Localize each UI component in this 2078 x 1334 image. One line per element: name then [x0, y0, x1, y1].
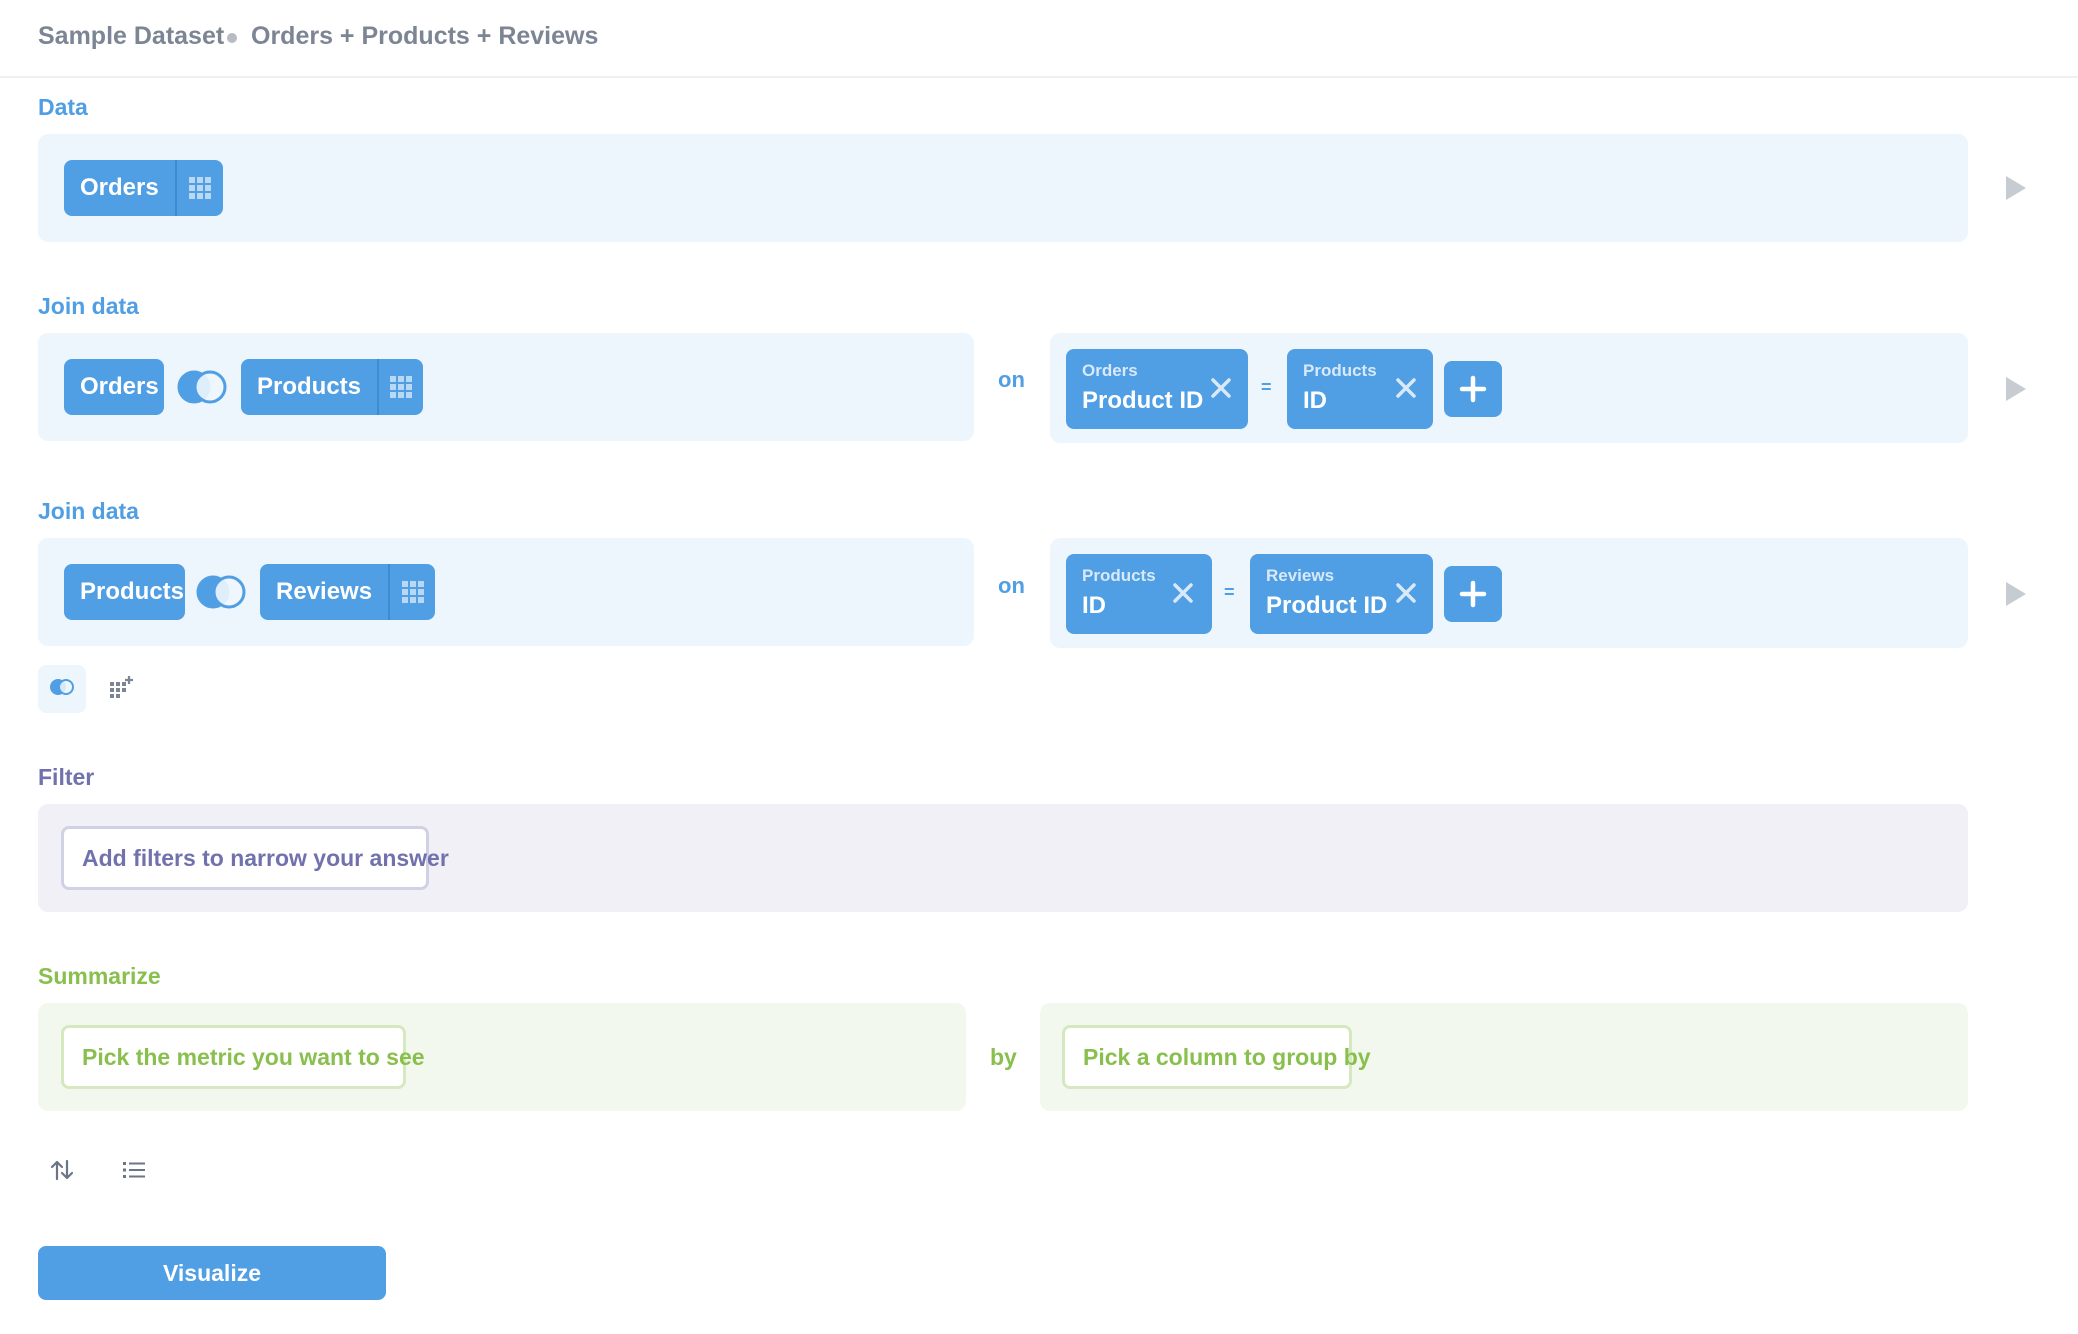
close-x-icon[interactable] — [1395, 582, 1417, 609]
join2-left-condition-table: Products — [1082, 566, 1156, 585]
join2-step-label: Join data — [38, 498, 139, 524]
plus-icon[interactable] — [1444, 566, 1502, 622]
join2-right-condition-field: Product ID — [1266, 592, 1388, 619]
join1-left-condition-table: Orders — [1082, 361, 1138, 380]
join1-tables-panel: Orders Products — [38, 333, 974, 441]
pick-metric-button[interactable]: Pick the metric you want to see — [61, 1025, 425, 1089]
sort-icon — [50, 1159, 74, 1186]
join1-left-condition-field: Product ID — [1082, 387, 1204, 414]
join2-conditions-panel: Products ID = Reviews Product ID — [1050, 538, 1968, 648]
join1-step-label: Join data — [38, 293, 139, 319]
run-step-preview-icon[interactable] — [2006, 176, 2026, 200]
run-step-preview-icon[interactable] — [2006, 377, 2026, 401]
join-venn-icon[interactable] — [176, 368, 228, 411]
join1-right-condition-table: Products — [1303, 361, 1377, 380]
join1-right-condition-field: ID — [1303, 387, 1327, 414]
source-table-name: Orders — [80, 174, 159, 201]
join1-right-table-name: Products — [257, 373, 362, 400]
join1-equals-sign: = — [1261, 377, 1272, 397]
breadcrumb-question-title: Orders + Products + Reviews — [251, 22, 599, 50]
visualize-button[interactable]: Visualize — [38, 1246, 386, 1300]
add-join-button[interactable] — [38, 665, 86, 713]
breadcrumb-separator — [227, 33, 237, 43]
sort-button[interactable] — [38, 1148, 86, 1196]
join1-on-label: on — [998, 367, 1025, 392]
join1-right-table-pill[interactable]: Products — [241, 359, 423, 415]
join1-conditions-panel: Orders Product ID = Products ID — [1050, 333, 1968, 443]
join1-left-condition[interactable]: Orders Product ID — [1066, 349, 1248, 429]
join2-tables-panel: Products Reviews — [38, 538, 974, 646]
pick-group-by-button[interactable]: Pick a column to group by — [1062, 1025, 1371, 1089]
row-limit-button[interactable] — [110, 1148, 158, 1196]
join2-right-condition[interactable]: Reviews Product ID — [1250, 554, 1433, 634]
join2-left-table-name: Products — [80, 578, 185, 605]
close-x-icon[interactable] — [1172, 582, 1194, 609]
run-step-preview-icon[interactable] — [2006, 582, 2026, 606]
join2-right-condition-table: Reviews — [1266, 566, 1335, 585]
table-grid-icon[interactable] — [377, 359, 423, 415]
summarize-by-label: by — [990, 1044, 1017, 1070]
table-grid-icon[interactable] — [388, 564, 435, 620]
summarize-metric-panel: Pick the metric you want to see — [38, 1003, 966, 1111]
close-x-icon[interactable] — [1395, 377, 1417, 404]
join-venn-icon[interactable] — [195, 573, 247, 616]
summarize-step-label: Summarize — [38, 963, 161, 989]
join2-left-condition[interactable]: Products ID — [1066, 554, 1212, 634]
join1-left-table-name: Orders — [80, 373, 159, 400]
join1-left-table-pill[interactable]: Orders — [64, 359, 164, 415]
data-step-label: Data — [38, 94, 88, 120]
table-grid-icon[interactable] — [174, 160, 223, 216]
join2-right-table-name: Reviews — [276, 578, 373, 605]
header-bar: Sample Dataset Orders + Products + Revie… — [0, 0, 2078, 78]
join2-right-table-pill[interactable]: Reviews — [260, 564, 435, 620]
filter-step-panel: Add filters to narrow your answer — [38, 804, 1968, 912]
add-column-icon — [110, 675, 134, 703]
breadcrumb-database[interactable]: Sample Dataset — [38, 22, 224, 51]
add-custom-column-button[interactable] — [98, 665, 146, 713]
join1-right-condition[interactable]: Products ID — [1287, 349, 1433, 429]
join2-equals-sign: = — [1224, 582, 1235, 602]
join2-on-label: on — [998, 573, 1025, 598]
data-step-panel: Orders — [38, 134, 1968, 242]
filter-step-label: Filter — [38, 764, 95, 790]
join2-left-table-pill[interactable]: Products — [64, 564, 185, 620]
plus-icon[interactable] — [1444, 361, 1502, 417]
source-table-pill[interactable]: Orders — [64, 160, 223, 216]
summarize-groupby-panel: Pick a column to group by — [1040, 1003, 1968, 1111]
list-limit-icon — [123, 1161, 145, 1184]
close-x-icon[interactable] — [1210, 377, 1232, 404]
add-filter-button[interactable]: Add filters to narrow your answer — [61, 826, 449, 890]
join2-left-condition-field: ID — [1082, 592, 1106, 619]
join-venn-icon — [49, 678, 75, 701]
